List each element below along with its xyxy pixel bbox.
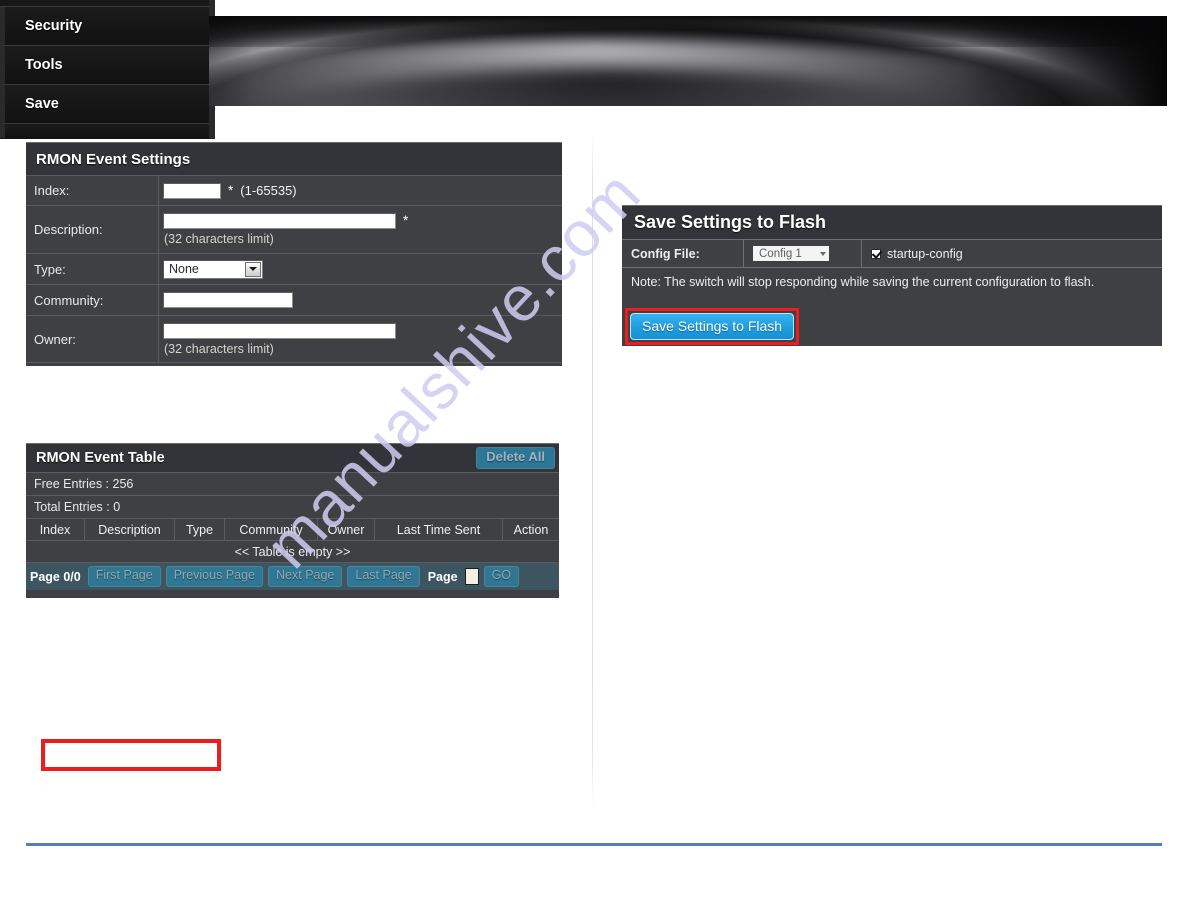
previous-page-button[interactable]: Previous Page <box>165 566 264 587</box>
go-button[interactable]: GO <box>483 566 520 587</box>
total-entries-row: Total Entries : 0 <box>26 496 559 519</box>
community-input[interactable] <box>163 292 293 308</box>
banner-right-vignette <box>961 16 1167 106</box>
type-label: Type: <box>26 254 159 284</box>
config-file-row: Config File: Config 1 startup-config <box>622 240 1162 268</box>
chevron-down-icon[interactable] <box>245 261 261 277</box>
save-to-flash-highlight-box: Save Settings to Flash <box>625 308 800 345</box>
column-header-index: Index <box>26 519 85 540</box>
rmon-event-table-panel: RMON Event Table Delete All Free Entries… <box>26 443 559 598</box>
config-file-select-value: Config 1 <box>759 247 802 260</box>
form-row-index: Index: * (1-65535) <box>26 176 562 206</box>
save-settings-to-flash-header: Save Settings to Flash <box>622 206 1162 240</box>
column-header-last-time-sent: Last Time Sent <box>375 519 503 540</box>
sidebar-item-label: Save <box>25 96 59 112</box>
free-entries-row: Free Entries : 256 <box>26 473 559 496</box>
description-hint: (32 characters limit) <box>164 232 274 246</box>
form-row-owner: Owner: (32 characters limit) <box>26 316 562 363</box>
footer-rule <box>26 843 1162 846</box>
index-required-mark: * <box>228 182 234 198</box>
owner-hint: (32 characters limit) <box>164 341 274 356</box>
column-header-description: Description <box>85 519 175 540</box>
index-range-hint: (1-65535) <box>240 183 297 198</box>
save-settings-to-flash-button[interactable]: Save Settings to Flash <box>630 313 795 340</box>
description-label: Description: <box>26 206 159 253</box>
config-file-label: Config File: <box>622 240 744 267</box>
owner-input[interactable] <box>163 322 396 339</box>
startup-config-checkbox[interactable] <box>871 248 881 259</box>
form-row-community: Community: <box>26 285 562 316</box>
rmon-event-settings-panel: RMON Event Settings Index: * (1-65535) D… <box>26 142 562 366</box>
form-row-type: Type: None <box>26 254 562 285</box>
flash-panel-title: Save Settings to Flash <box>634 212 827 232</box>
sidebar-bottom-edge <box>0 124 209 138</box>
sidebar-item-label: Tools <box>25 57 63 73</box>
sidebar-menu: Security Tools Save <box>0 0 215 139</box>
table-title: RMON Event Table <box>36 450 165 466</box>
page-number-input[interactable] <box>464 568 479 585</box>
rmon-event-settings-header: RMON Event Settings <box>26 143 562 176</box>
column-header-type: Type <box>175 519 225 540</box>
page-title: RMON Event Settings <box>36 150 191 168</box>
column-header-community: Community <box>225 519 318 540</box>
owner-label: Owner: <box>26 316 159 362</box>
next-page-button[interactable]: Next Page <box>268 566 343 587</box>
column-header-action: Action <box>513 522 549 537</box>
save-settings-to-flash-panel: Save Settings to Flash Config File: Conf… <box>622 205 1162 346</box>
sidebar-item-label: Security <box>25 18 83 34</box>
sidebar-item-security[interactable]: Security <box>0 7 209 46</box>
community-label: Community: <box>26 285 159 315</box>
save-menu-highlight-box <box>41 739 221 771</box>
type-select-value: None <box>169 262 199 276</box>
index-input[interactable] <box>163 182 221 199</box>
config-file-select[interactable]: Config 1 <box>753 246 829 261</box>
index-label: Index: <box>26 176 159 205</box>
sidebar-item-tools[interactable]: Tools <box>0 46 209 85</box>
table-header-row: Index Description Type Community Owner L… <box>26 519 559 541</box>
description-required-mark: * <box>403 213 409 229</box>
table-pagination: Page 0/0 First Page Previous Page Next P… <box>26 563 559 590</box>
page-indicator: Page 0/0 <box>30 569 81 584</box>
last-page-button[interactable]: Last Page <box>347 566 420 587</box>
table-empty-message: << Table is empty >> <box>26 541 559 563</box>
description-input[interactable] <box>163 213 396 229</box>
column-header-owner: Owner <box>318 519 375 540</box>
flash-note: Note: The switch will stop responding wh… <box>631 275 1095 289</box>
startup-config-label: startup-config <box>887 246 963 261</box>
chevron-down-icon <box>820 251 826 256</box>
column-divider <box>592 132 593 810</box>
type-select[interactable]: None <box>163 259 263 279</box>
page-jump-label: Page <box>427 569 458 584</box>
first-page-button[interactable]: First Page <box>87 566 161 587</box>
form-row-description: Description: * (32 characters limit) <box>26 206 562 254</box>
sidebar-top-edge <box>0 0 209 7</box>
delete-all-button[interactable]: Delete All <box>476 447 555 469</box>
rmon-event-table-header: RMON Event Table Delete All <box>26 444 559 473</box>
sidebar-item-save[interactable]: Save <box>0 85 209 124</box>
